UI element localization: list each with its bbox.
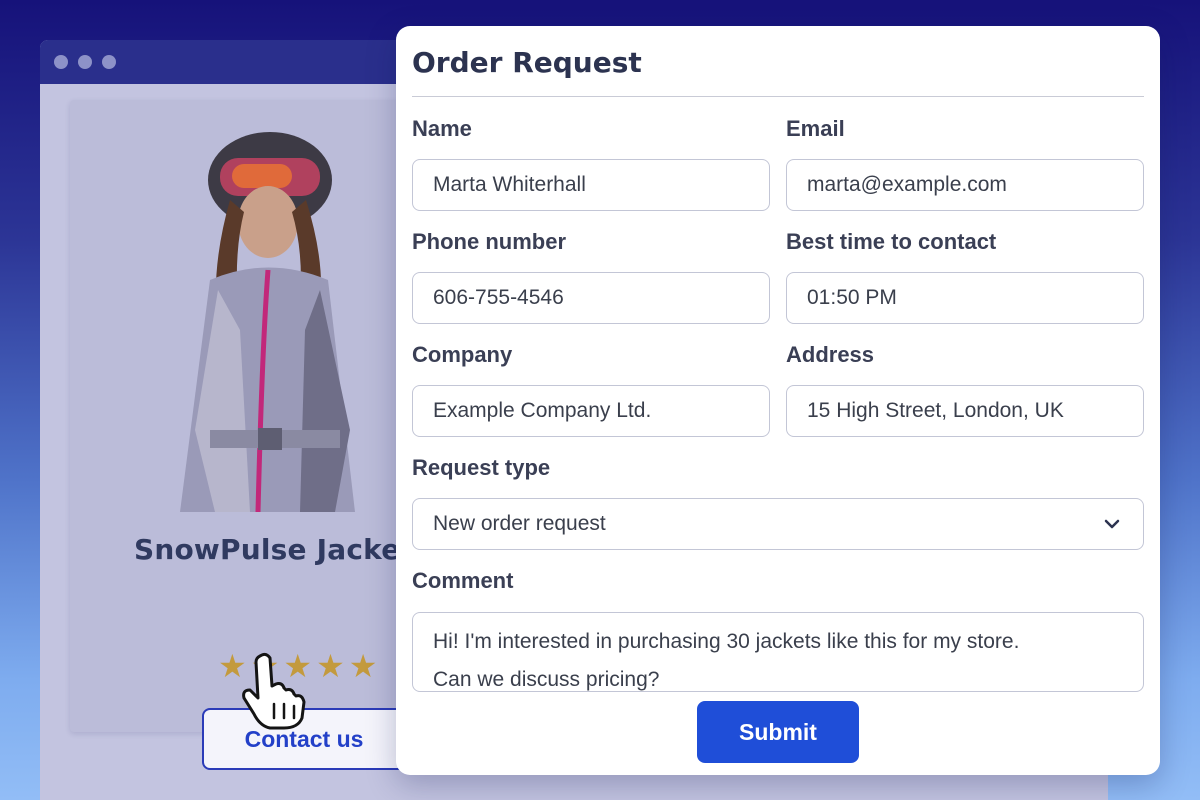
address-field[interactable]: 15 High Street, London, UK — [786, 385, 1144, 437]
request-type-label: Request type — [412, 455, 551, 480]
name-label: Name — [412, 116, 472, 141]
product-photo — [180, 132, 355, 512]
window-control-dot[interactable] — [102, 55, 116, 69]
product-card: SnowPulse Jacke ★ ★ ★ ★ ★ Contact us — [70, 100, 450, 770]
email-field[interactable]: marta@example.com — [786, 159, 1144, 211]
star-icon: ★ — [348, 648, 378, 684]
submit-button[interactable]: Submit — [697, 701, 859, 763]
phone-field[interactable]: 606-755-4546 — [412, 272, 770, 324]
comment-line: Can we discuss pricing? — [433, 668, 660, 691]
phone-label: Phone number — [412, 229, 567, 254]
company-label: Company — [412, 342, 513, 367]
comment-textarea[interactable]: Hi! I'm interested in purchasing 30 jack… — [412, 612, 1144, 692]
star-icon: ★ — [316, 648, 345, 684]
order-request-form: Order Request Name Email Marta Whiterhal… — [396, 26, 1160, 775]
request-type-value: New order request — [433, 512, 606, 535]
chevron-down-icon — [1104, 519, 1120, 529]
best-time-field[interactable]: 01:50 PM — [786, 272, 1144, 324]
email-label: Email — [786, 116, 845, 141]
request-type-select[interactable]: New order request — [412, 498, 1144, 550]
company-field[interactable]: Example Company Ltd. — [412, 385, 770, 437]
comment-line: Hi! I'm interested in purchasing 30 jack… — [433, 630, 1020, 653]
hand-pointer-cursor-icon — [242, 652, 306, 730]
address-label: Address — [786, 342, 875, 367]
comment-label: Comment — [412, 568, 514, 593]
best-time-label: Best time to contact — [786, 229, 997, 254]
divider — [412, 96, 1144, 97]
window-control-dot[interactable] — [78, 55, 92, 69]
name-field[interactable]: Marta Whiterhall — [412, 159, 770, 211]
window-control-dot[interactable] — [54, 55, 68, 69]
form-title: Order Request — [412, 46, 642, 79]
